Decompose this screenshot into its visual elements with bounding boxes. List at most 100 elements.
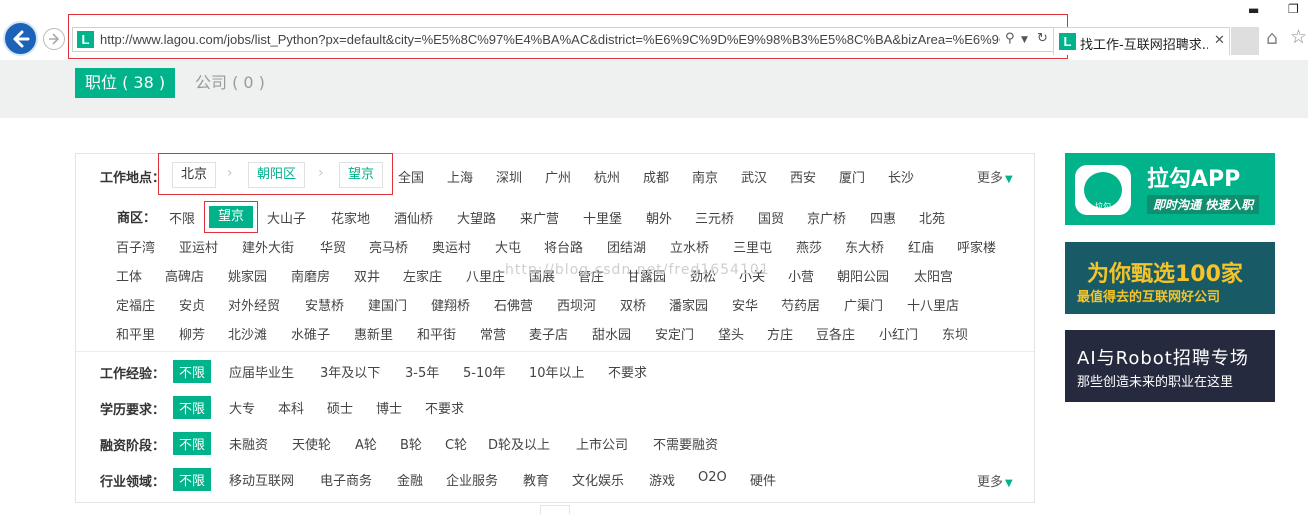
bizarea-option[interactable]: 朝外 xyxy=(646,208,672,227)
bizarea-option[interactable]: 惠新里 xyxy=(354,324,393,343)
refresh-icon[interactable]: ↻ xyxy=(1037,31,1048,46)
bizarea-option[interactable]: 西坝河 xyxy=(557,295,596,314)
city-option[interactable]: 上海 xyxy=(447,167,473,186)
new-tab-button[interactable] xyxy=(1231,27,1259,55)
bizarea-option[interactable]: 垡头 xyxy=(718,324,744,343)
industry-option[interactable]: O2O xyxy=(698,470,727,485)
city-option[interactable]: 武汉 xyxy=(741,167,767,186)
bizarea-option[interactable]: 高碑店 xyxy=(165,266,204,285)
experience-option[interactable]: 5-10年 xyxy=(463,362,506,381)
experience-option-unlimited[interactable]: 不限 xyxy=(173,360,212,383)
financing-option[interactable]: C轮 xyxy=(445,434,467,453)
bizarea-option[interactable]: 燕莎 xyxy=(796,237,822,256)
city-option[interactable]: 广州 xyxy=(545,167,571,186)
city-option[interactable]: 厦门 xyxy=(839,167,865,186)
bizarea-option[interactable]: 三里屯 xyxy=(733,237,772,256)
tab-companies[interactable]: 公司 ( 0 ) xyxy=(195,68,265,98)
experience-option[interactable]: 应届毕业生 xyxy=(229,362,294,381)
financing-option[interactable]: 天使轮 xyxy=(292,434,331,453)
education-option[interactable]: 本科 xyxy=(278,398,304,417)
bizarea-option[interactable]: 潘家园 xyxy=(669,295,708,314)
experience-option[interactable]: 3年及以下 xyxy=(320,362,380,381)
financing-option[interactable]: D轮及以上 xyxy=(488,434,550,453)
bizarea-option[interactable]: 姚家园 xyxy=(228,266,267,285)
bizarea-option[interactable]: 京广桥 xyxy=(807,208,846,227)
bizarea-option[interactable]: 南磨房 xyxy=(291,266,330,285)
industry-option[interactable]: 文化娱乐 xyxy=(572,470,624,489)
education-option-unlimited[interactable]: 不限 xyxy=(173,396,212,419)
city-option[interactable]: 深圳 xyxy=(496,167,522,186)
bizarea-option[interactable]: 定福庄 xyxy=(116,295,155,314)
bizarea-option[interactable]: 来广营 xyxy=(520,208,559,227)
bizarea-option[interactable]: 北沙滩 xyxy=(228,324,267,343)
bizarea-option[interactable]: 东大桥 xyxy=(845,237,884,256)
location-city[interactable]: 北京 xyxy=(172,162,217,188)
more-industries-button[interactable]: 更多 xyxy=(977,471,1013,490)
top100-banner[interactable]: 为你甄选100家 最值得去的互联网好公司 xyxy=(1065,242,1275,314)
industry-option[interactable]: 移动互联网 xyxy=(229,470,294,489)
bizarea-option[interactable]: 常营 xyxy=(480,324,506,343)
industry-option[interactable]: 企业服务 xyxy=(446,470,498,489)
bizarea-option[interactable]: 呼家楼 xyxy=(957,237,996,256)
industry-option[interactable]: 游戏 xyxy=(649,470,675,489)
industry-option[interactable]: 硬件 xyxy=(750,470,776,489)
bizarea-option[interactable]: 三元桥 xyxy=(695,208,734,227)
lagou-app-banner[interactable]: 拉勾 拉勾APP 即时沟通 快速入职 xyxy=(1065,153,1275,225)
city-option[interactable]: 成都 xyxy=(643,167,669,186)
city-option[interactable]: 全国 xyxy=(398,167,424,186)
bizarea-option[interactable]: 四惠 xyxy=(870,208,896,227)
bizarea-option[interactable]: 国贸 xyxy=(758,208,784,227)
bizarea-option[interactable]: 建外大街 xyxy=(242,237,294,256)
bizarea-option[interactable]: 立水桥 xyxy=(670,237,709,256)
bizarea-option[interactable]: 柳芳 xyxy=(179,324,205,343)
bizarea-option[interactable]: 双井 xyxy=(354,266,380,285)
minimize-icon[interactable]: ▬ xyxy=(1248,3,1259,17)
industry-option-unlimited[interactable]: 不限 xyxy=(173,468,212,491)
experience-option[interactable]: 10年以上 xyxy=(529,362,585,381)
bizarea-option[interactable]: 水碓子 xyxy=(291,324,330,343)
education-option[interactable]: 大专 xyxy=(229,398,255,417)
bizarea-option[interactable]: 朝阳公园 xyxy=(837,266,889,285)
bizarea-option[interactable]: 甜水园 xyxy=(592,324,631,343)
financing-option[interactable]: 未融资 xyxy=(229,434,268,453)
bizarea-option[interactable]: 大山子 xyxy=(267,208,306,227)
financing-option[interactable]: 上市公司 xyxy=(576,434,628,453)
dropdown-icon[interactable]: ▼ xyxy=(1021,35,1028,45)
bizarea-option[interactable]: 双桥 xyxy=(620,295,646,314)
education-option[interactable]: 博士 xyxy=(376,398,402,417)
bizarea-selected[interactable]: 望京 xyxy=(209,206,253,228)
financing-option[interactable]: A轮 xyxy=(355,434,377,453)
financing-option[interactable]: B轮 xyxy=(400,434,422,453)
bizarea-option[interactable]: 亚运村 xyxy=(179,237,218,256)
bizarea-option[interactable]: 对外经贸 xyxy=(228,295,280,314)
bizarea-option[interactable]: 大屯 xyxy=(495,237,521,256)
education-option[interactable]: 硕士 xyxy=(327,398,353,417)
bizarea-option[interactable]: 将台路 xyxy=(544,237,583,256)
bizarea-option[interactable]: 团结湖 xyxy=(607,237,646,256)
education-option[interactable]: 不要求 xyxy=(425,398,464,417)
forward-button[interactable] xyxy=(43,28,65,50)
search-icon[interactable]: ⚲ xyxy=(1005,31,1015,46)
city-option[interactable]: 长沙 xyxy=(888,167,914,186)
bizarea-option[interactable]: 安定门 xyxy=(655,324,694,343)
bizarea-option[interactable]: 华贸 xyxy=(320,237,346,256)
address-bar[interactable]: L http://www.lagou.com/jobs/list_Python?… xyxy=(72,27,1054,52)
bizarea-option[interactable]: 奥运村 xyxy=(432,237,471,256)
bizarea-option[interactable]: 麦子店 xyxy=(529,324,568,343)
bizarea-option[interactable]: 红庙 xyxy=(908,237,934,256)
home-icon[interactable]: ⌂ xyxy=(1266,27,1278,49)
bizarea-option[interactable]: 和平街 xyxy=(417,324,456,343)
experience-option[interactable]: 不要求 xyxy=(608,362,647,381)
bizarea-option[interactable]: 石佛营 xyxy=(494,295,533,314)
bizarea-option[interactable]: 左家庄 xyxy=(403,266,442,285)
bizarea-option[interactable]: 东坝 xyxy=(942,324,968,343)
city-option[interactable]: 南京 xyxy=(692,167,718,186)
location-district[interactable]: 朝阳区 xyxy=(248,162,306,188)
bizarea-option[interactable]: 酒仙桥 xyxy=(394,208,433,227)
tab-positions[interactable]: 职位 ( 38 ) xyxy=(75,68,176,98)
bizarea-option[interactable]: 大望路 xyxy=(457,208,496,227)
panel-collapse-handle[interactable] xyxy=(540,505,570,514)
star-icon[interactable]: ☆ xyxy=(1290,26,1307,48)
bizarea-option[interactable]: 太阳宫 xyxy=(914,266,953,285)
financing-option-unlimited[interactable]: 不限 xyxy=(173,432,212,455)
